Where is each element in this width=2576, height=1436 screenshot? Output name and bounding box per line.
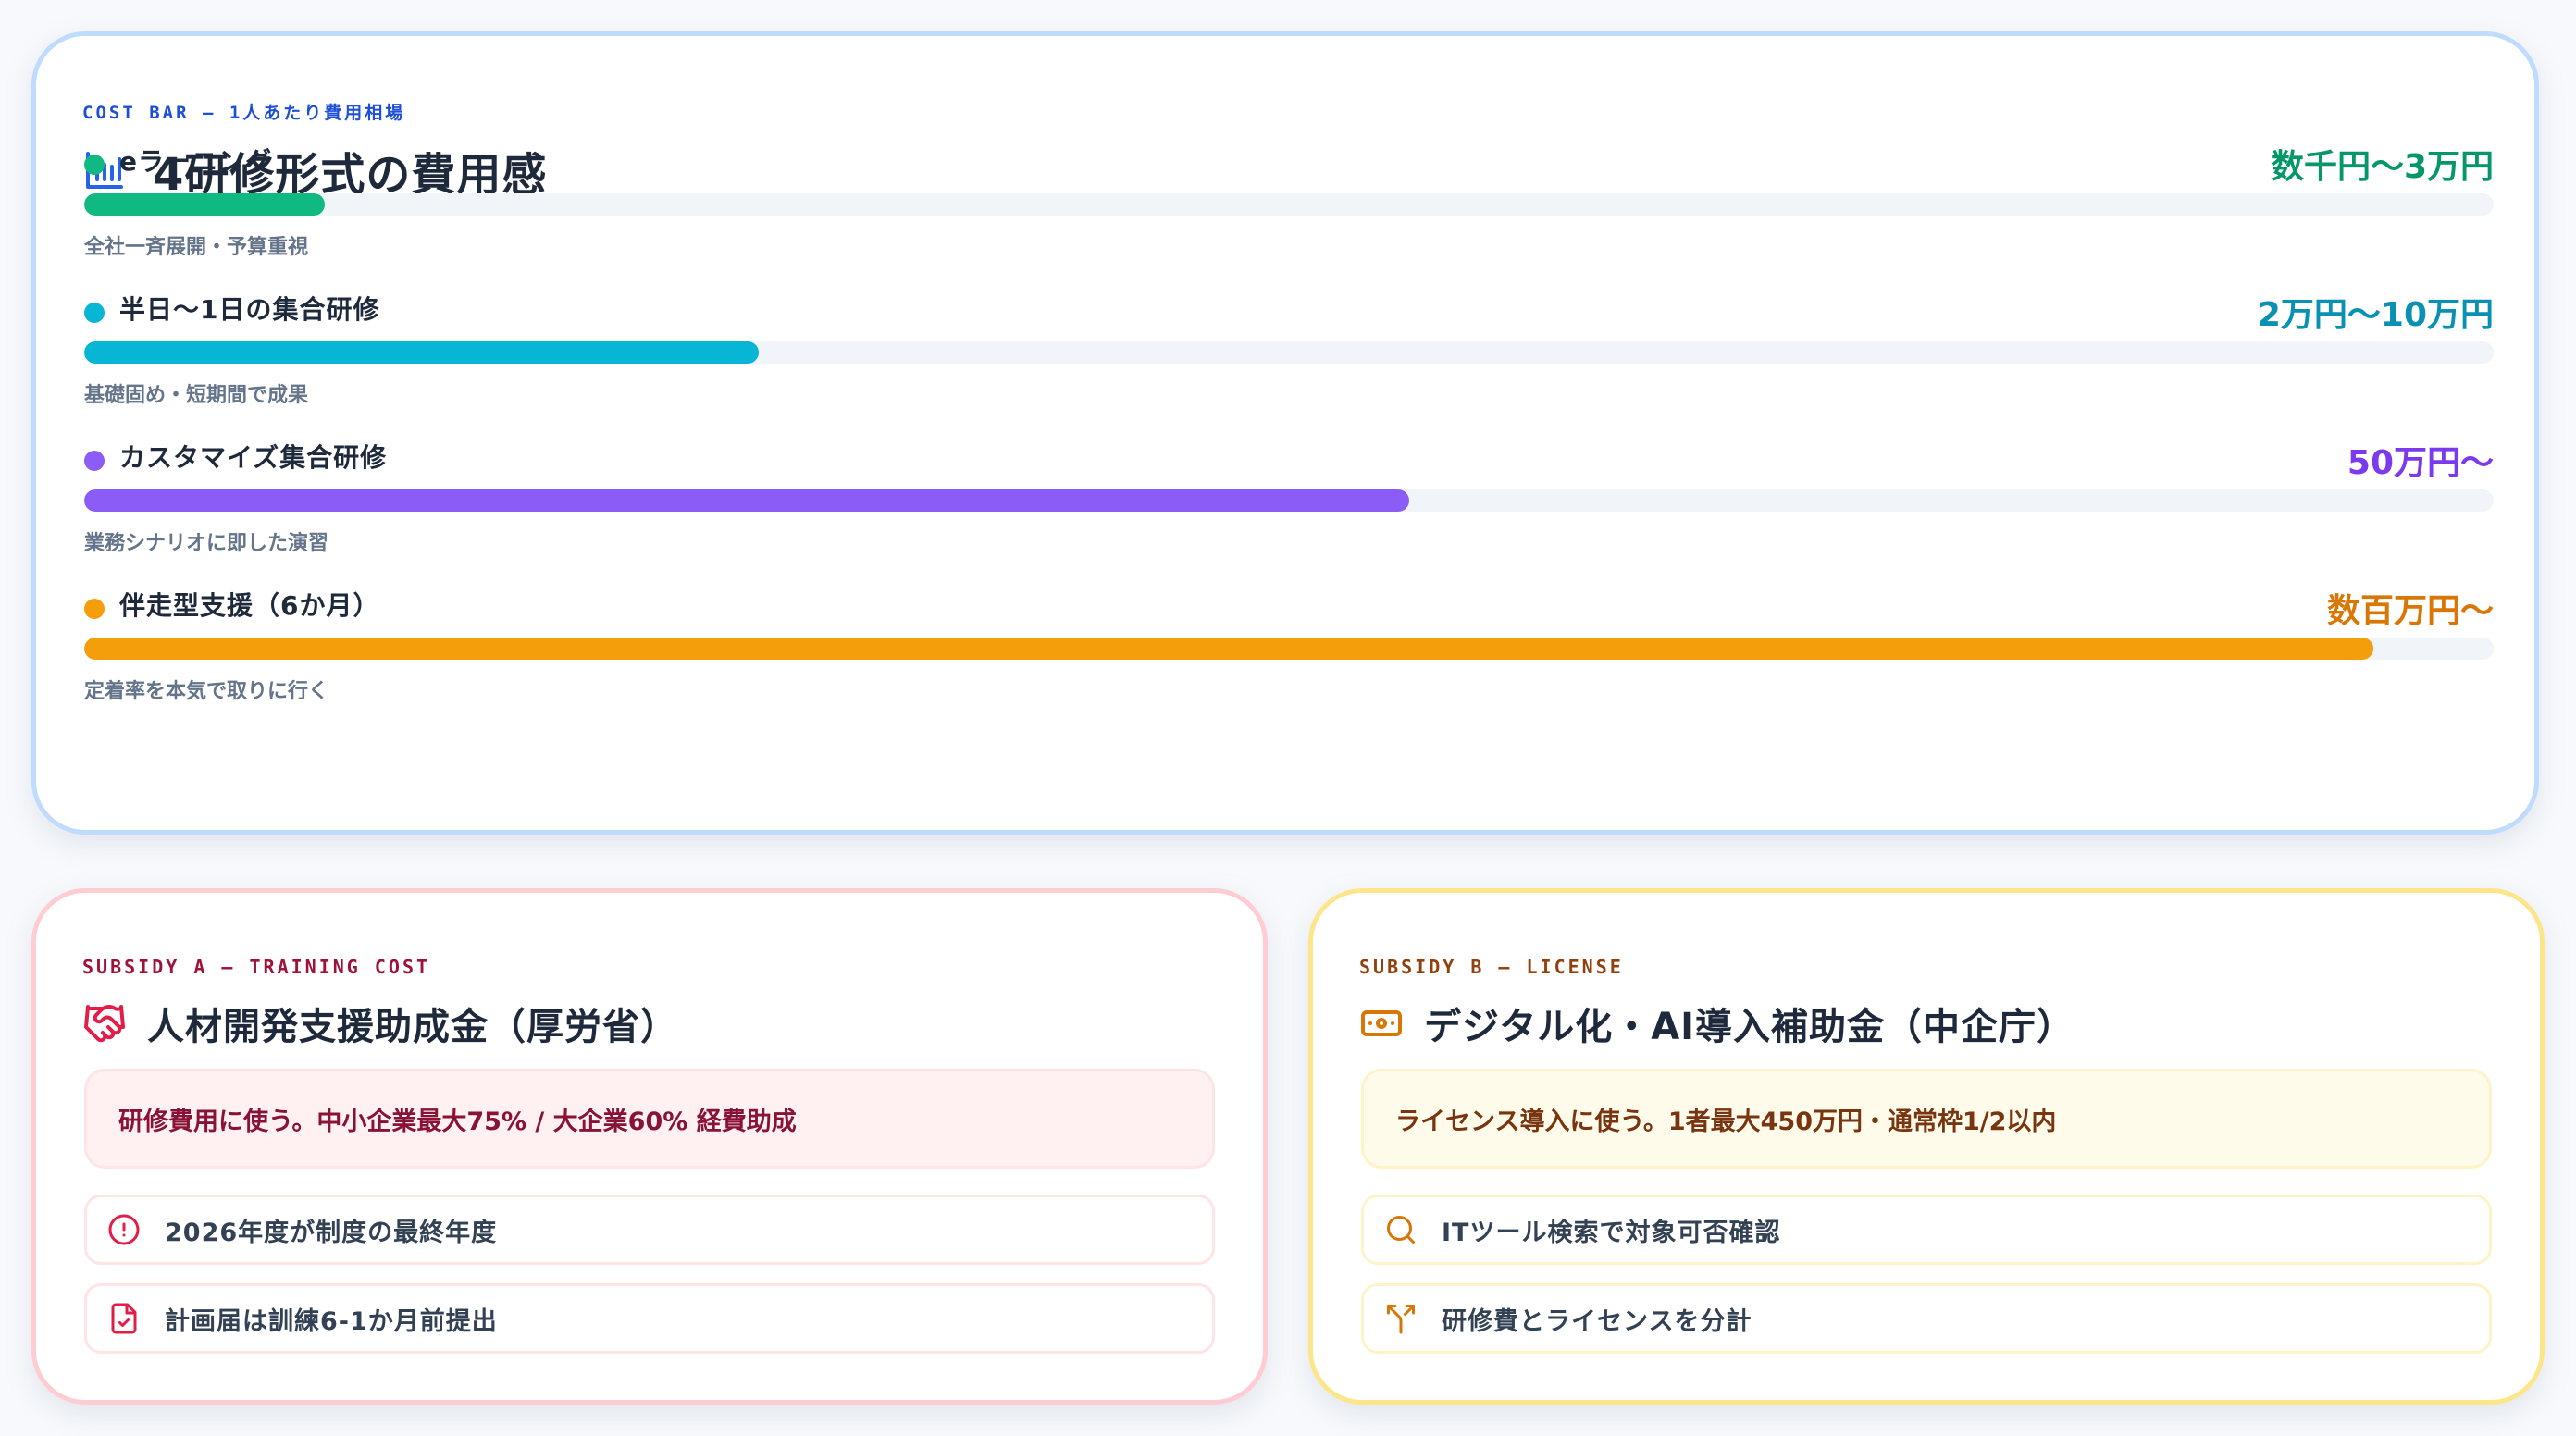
subsidy-b-highlight: ライセンス導入に使う。1者最大450万円・通常枠1/2以内 bbox=[1361, 1069, 2492, 1169]
cost-bar-fill bbox=[84, 341, 760, 364]
subsidy-a-eyebrow: SUBSIDY A — TRAINING COST bbox=[82, 956, 431, 978]
subsidy-a-item: 2026年度が制度の最終年度 bbox=[84, 1195, 1215, 1265]
cost-bar-fill bbox=[84, 193, 326, 216]
cost-bar-fill bbox=[84, 638, 2373, 660]
subsidy-a-title: 人材開発支援助成金（厚労省） bbox=[147, 1006, 678, 1048]
cost-item-note: 基礎固め・短期間で成果 bbox=[84, 384, 309, 407]
cost-item-note: 業務シナリオに即した演習 bbox=[84, 532, 329, 555]
cost-item-name: カスタマイズ集合研修 bbox=[119, 442, 388, 473]
cost-item-price: 数百万円〜 bbox=[2326, 592, 2494, 630]
cost-item-note: 全社一斉展開・予算重視 bbox=[84, 236, 309, 259]
banknote-icon bbox=[1361, 1010, 1402, 1036]
handshake-icon bbox=[84, 1005, 125, 1043]
cost-bar-card: COST BAR — 1人あたり費用相場 4研修形式の費用感 eラーニング 数千… bbox=[31, 31, 2539, 835]
cost-item-half-day-training: 半日〜1日の集合研修 2万円〜10万円 基礎固め・短期間で成果 bbox=[84, 286, 2494, 425]
cost-item-name: eラーニング bbox=[119, 146, 272, 177]
subsidy-a-card: SUBSIDY A — TRAINING COST 人材開発支援助成金（厚労省）… bbox=[31, 888, 1268, 1405]
cost-bar-track bbox=[84, 638, 2494, 660]
cost-bar-track bbox=[84, 489, 2494, 512]
cost-bar-track bbox=[84, 193, 2494, 216]
cost-bar-fill bbox=[84, 489, 1410, 512]
cost-item-dot bbox=[84, 155, 105, 175]
cost-item-price: 50万円〜 bbox=[2347, 444, 2494, 482]
subsidy-a-highlight: 研修費用に使う。中小企業最大75% / 大企業60% 経費助成 bbox=[84, 1069, 1215, 1169]
subsidy-b-item-text: ITツール検索で対象可否確認 bbox=[1442, 1218, 1781, 1247]
cost-item-price: 2万円〜10万円 bbox=[2257, 296, 2494, 334]
cost-item-name: 伴走型支援（6か月） bbox=[119, 590, 380, 621]
search-icon bbox=[1387, 1216, 1415, 1244]
alert-circle-icon bbox=[108, 1214, 140, 1245]
cost-item-name: 半日〜1日の集合研修 bbox=[119, 294, 380, 325]
split-icon bbox=[1387, 1305, 1415, 1334]
cost-item-note: 定着率を本気で取りに行く bbox=[84, 680, 329, 703]
cost-item-price: 数千円〜3万円 bbox=[2270, 148, 2494, 186]
subsidy-a-header: 人材開発支援助成金（厚労省） bbox=[82, 991, 678, 1056]
subsidy-b-item-text: 研修費とライセンスを分計 bbox=[1442, 1306, 1752, 1336]
subsidy-b-card: SUBSIDY B — LICENSE デジタル化・AI導入補助金（中企庁） ラ… bbox=[1308, 888, 2545, 1405]
cost-bar-track bbox=[84, 341, 2494, 364]
cost-item-dot bbox=[84, 303, 105, 323]
subsidy-b-title: デジタル化・AI導入補助金（中企庁） bbox=[1424, 1006, 2075, 1048]
file-check-icon bbox=[111, 1303, 137, 1334]
cost-item-dot bbox=[84, 599, 105, 619]
cost-item-accompaniment-support: 伴走型支援（6か月） 数百万円〜 定着率を本気で取りに行く bbox=[84, 582, 2494, 721]
subsidy-a-item-text: 計画届は訓練6-1か月前提出 bbox=[165, 1306, 498, 1336]
subsidy-b-item: ITツール検索で対象可否確認 bbox=[1361, 1195, 2492, 1265]
subsidy-b-header: デジタル化・AI導入補助金（中企庁） bbox=[1359, 991, 2074, 1056]
cost-item-dot bbox=[84, 451, 105, 471]
subsidy-a-item-text: 2026年度が制度の最終年度 bbox=[165, 1218, 498, 1247]
cost-item-custom-training: カスタマイズ集合研修 50万円〜 業務シナリオに即した演習 bbox=[84, 434, 2494, 573]
subsidy-a-item: 計画届は訓練6-1か月前提出 bbox=[84, 1283, 1215, 1354]
subsidy-b-eyebrow: SUBSIDY B — LICENSE bbox=[1359, 956, 1624, 978]
cost-item-elearning: eラーニング 数千円〜3万円 全社一斉展開・予算重視 bbox=[84, 138, 2494, 277]
subsidy-b-item: 研修費とライセンスを分計 bbox=[1361, 1283, 2492, 1354]
cost-bar-eyebrow: COST BAR — 1人あたり費用相場 bbox=[82, 103, 406, 123]
